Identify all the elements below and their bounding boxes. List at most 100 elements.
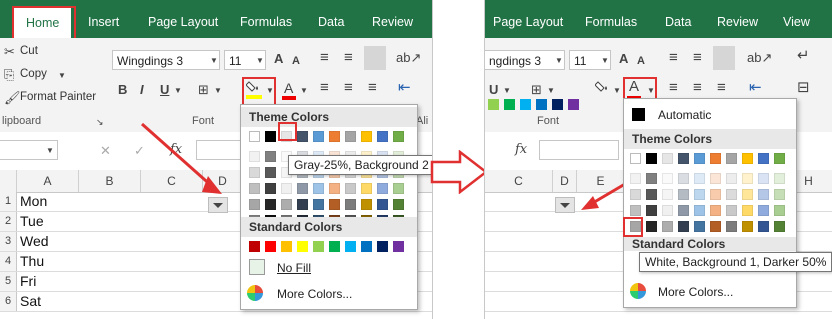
color-swatch[interactable] (662, 189, 673, 200)
tab-formulas[interactable]: Formulas (585, 0, 637, 38)
indent-icon[interactable]: ⇤ (749, 80, 762, 96)
color-swatch[interactable] (297, 199, 308, 210)
cell-a[interactable]: Mon (17, 192, 78, 211)
cell-a[interactable]: Thu (17, 252, 78, 271)
color-swatch[interactable] (742, 205, 753, 216)
color-swatch[interactable] (329, 199, 340, 210)
color-swatch[interactable] (265, 167, 276, 178)
color-swatch[interactable] (265, 131, 276, 142)
center-icon[interactable]: ≡ (344, 80, 353, 96)
column-header-b[interactable]: B (79, 170, 141, 192)
color-swatch[interactable] (249, 199, 260, 210)
align-bottom-button[interactable] (364, 46, 386, 70)
color-swatch[interactable] (694, 189, 705, 200)
color-swatch[interactable] (345, 199, 356, 210)
color-swatch[interactable] (488, 99, 499, 110)
color-swatch[interactable] (774, 153, 785, 164)
color-swatch[interactable] (710, 189, 721, 200)
color-swatch[interactable] (694, 205, 705, 216)
color-swatch[interactable] (662, 221, 673, 232)
copy-button[interactable]: Copy (20, 68, 47, 80)
format-painter-button[interactable]: Format Painter (20, 91, 96, 103)
color-swatch[interactable] (630, 173, 641, 184)
color-swatch[interactable] (297, 183, 308, 194)
cell-a[interactable]: Fri (17, 272, 78, 291)
more-colors-option[interactable]: More Colors... (277, 287, 352, 301)
color-swatch[interactable] (646, 173, 657, 184)
align-left-icon[interactable]: ≡ (669, 80, 678, 96)
color-swatch[interactable] (568, 99, 579, 110)
font-size-dropdown-icon[interactable]: ▼ (256, 56, 264, 65)
align-middle-icon[interactable]: ≡ (693, 50, 702, 66)
color-swatch[interactable] (249, 183, 260, 194)
color-swatch[interactable] (710, 221, 721, 232)
color-swatch[interactable] (678, 173, 689, 184)
row-header[interactable]: 2 (0, 212, 17, 231)
underline-icon[interactable]: U (489, 82, 498, 98)
automatic-option[interactable]: Automatic (658, 108, 711, 122)
tab-page-layout[interactable]: Page Layout (493, 0, 563, 38)
color-swatch[interactable] (758, 205, 769, 216)
color-swatch[interactable] (313, 183, 324, 194)
italic-icon[interactable]: I (140, 82, 144, 98)
increase-font-icon[interactable]: A (619, 51, 628, 67)
borders-dropdown-icon[interactable]: ▼ (214, 86, 222, 95)
row-header[interactable]: 4 (0, 252, 17, 271)
color-swatch[interactable] (345, 183, 356, 194)
color-swatch[interactable] (265, 199, 276, 210)
column-header-d[interactable]: D (553, 170, 577, 192)
column-header-a[interactable]: A (17, 170, 79, 192)
no-fill-option[interactable]: No Fill (277, 261, 311, 275)
color-swatch[interactable] (377, 199, 388, 210)
decrease-font-icon[interactable]: A (637, 53, 645, 69)
color-swatch[interactable] (646, 221, 657, 232)
tab-data[interactable]: Data (318, 0, 344, 38)
decrease-font-icon[interactable]: A (292, 53, 300, 69)
color-swatch[interactable] (297, 241, 308, 252)
row-header[interactable]: 5 (0, 272, 17, 291)
color-swatch[interactable] (393, 199, 404, 210)
font-size-dropdown-icon[interactable]: ▼ (601, 56, 609, 65)
color-swatch[interactable] (313, 199, 324, 210)
color-swatch[interactable] (694, 153, 705, 164)
color-swatch[interactable] (662, 205, 673, 216)
color-swatch[interactable] (249, 167, 260, 178)
color-swatch[interactable] (726, 173, 737, 184)
copy-dropdown-icon[interactable]: ▼ (58, 71, 66, 80)
tab-review[interactable]: Review (372, 0, 413, 38)
row-header[interactable]: 1 (0, 192, 17, 211)
name-box-dropdown-icon[interactable]: ▼ (46, 146, 54, 155)
color-swatch[interactable] (774, 221, 785, 232)
color-swatch[interactable] (281, 183, 292, 194)
merge-icon[interactable]: ⊟ (797, 80, 810, 96)
tab-page-layout[interactable]: Page Layout (148, 0, 218, 38)
color-swatch[interactable] (249, 151, 260, 162)
color-swatch[interactable] (377, 183, 388, 194)
tab-insert[interactable]: Insert (88, 0, 119, 38)
color-swatch[interactable] (361, 131, 372, 142)
select-all-corner[interactable] (0, 170, 17, 192)
color-swatch[interactable] (726, 153, 737, 164)
color-swatch[interactable] (726, 189, 737, 200)
column-header-c[interactable]: C (485, 170, 553, 192)
color-swatch[interactable] (710, 153, 721, 164)
borders-dropdown-icon[interactable]: ▼ (547, 86, 555, 95)
color-swatch[interactable] (758, 189, 769, 200)
color-swatch[interactable] (377, 241, 388, 252)
font-color-icon[interactable]: A (284, 80, 293, 96)
color-swatch[interactable] (742, 153, 753, 164)
color-swatch[interactable] (265, 151, 276, 162)
center-icon[interactable]: ≡ (693, 80, 702, 96)
color-swatch[interactable] (646, 153, 657, 164)
color-swatch[interactable] (726, 221, 737, 232)
font-name-dropdown-icon[interactable]: ▼ (210, 56, 218, 65)
row-header[interactable]: 3 (0, 232, 17, 251)
color-swatch[interactable] (774, 189, 785, 200)
color-swatch[interactable] (630, 189, 641, 200)
color-swatch[interactable] (630, 205, 641, 216)
color-swatch[interactable] (758, 173, 769, 184)
color-swatch[interactable] (329, 131, 340, 142)
color-swatch[interactable] (774, 173, 785, 184)
color-swatch[interactable] (281, 241, 292, 252)
color-swatch[interactable] (662, 153, 673, 164)
